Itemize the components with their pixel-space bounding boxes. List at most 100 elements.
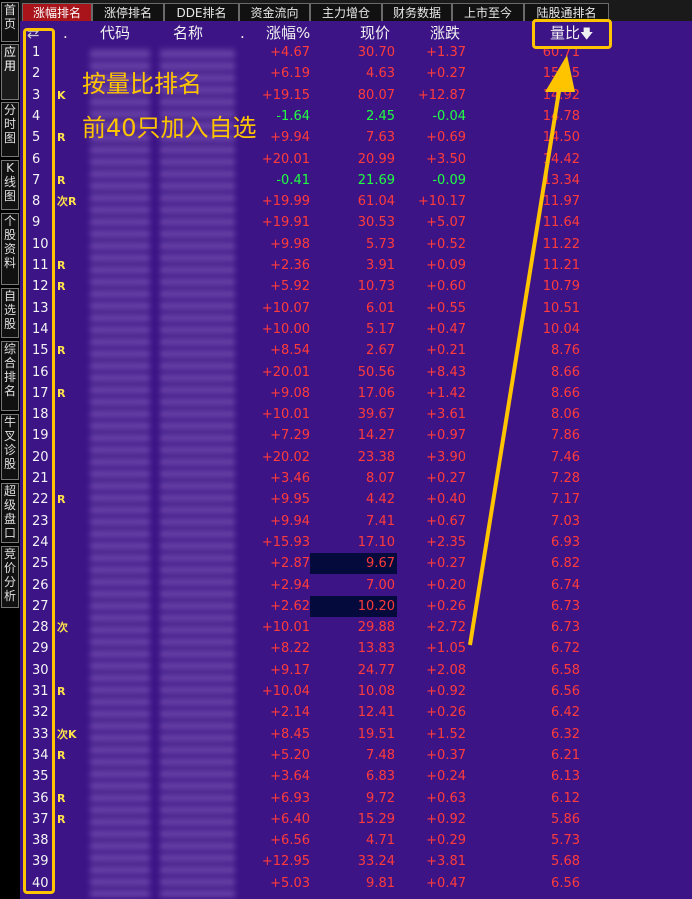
price-cell: 39.67: [357, 407, 395, 423]
sidebar-item-2[interactable]: 分时图: [1, 102, 19, 157]
change-pct-cell: +20.01: [261, 364, 310, 380]
header-change-pct[interactable]: 涨幅%: [266, 23, 310, 43]
price-cell: 7.63: [366, 130, 395, 146]
price-cell: 10.20: [310, 595, 397, 617]
sidebar-item-9[interactable]: 竞价分析: [1, 546, 19, 608]
volume-ratio-cell: 7.17: [551, 492, 580, 508]
header-name[interactable]: 名称: [173, 23, 203, 43]
tab-2[interactable]: DDE排名: [164, 3, 239, 21]
sidebar-item-6[interactable]: 综合排名: [1, 341, 19, 411]
change-cell: +0.26: [426, 705, 466, 721]
change-cell: +0.29: [426, 833, 466, 849]
change-cell: +12.87: [417, 87, 466, 103]
sidebar-item-label: 牛叉诊股: [3, 415, 16, 471]
volume-ratio-cell: 6.13: [551, 769, 580, 785]
price-cell: 20.99: [357, 151, 395, 167]
change-cell: +0.21: [426, 343, 466, 359]
header-code[interactable]: 代码: [100, 23, 130, 43]
change-pct-cell: +8.45: [270, 726, 310, 742]
sidebar-item-3[interactable]: K线图: [1, 160, 19, 210]
change-cell: +1.52: [426, 726, 466, 742]
sidebar-item-label: 超级盘口: [3, 484, 16, 540]
price-cell: 80.07: [357, 87, 395, 103]
volume-ratio-cell: 7.03: [551, 513, 580, 529]
change-cell: +0.20: [426, 577, 466, 593]
volume-ratio-cell: 10.51: [542, 300, 580, 316]
change-pct-cell: +9.08: [270, 385, 310, 401]
change-cell: +0.40: [426, 492, 466, 508]
sidebar-item-5[interactable]: 自选股: [1, 288, 19, 338]
tab-0[interactable]: 涨幅排名: [22, 3, 92, 21]
volume-ratio-cell: 11.21: [542, 258, 580, 273]
change-pct-cell: +2.14: [270, 705, 310, 721]
tab-3[interactable]: 资金流向: [239, 3, 310, 21]
change-pct-cell: +10.04: [261, 684, 310, 699]
price-cell: 8.07: [366, 471, 395, 486]
price-cell: 61.04: [357, 194, 395, 210]
change-pct-cell: +2.94: [270, 577, 310, 593]
sidebar-item-1[interactable]: 应用: [1, 44, 19, 100]
sidebar-item-8[interactable]: 超级盘口: [1, 483, 19, 543]
volume-ratio-cell: 13.34: [542, 172, 580, 188]
price-cell: 10.08: [357, 684, 395, 699]
header-price[interactable]: 现价: [360, 23, 390, 43]
change-cell: +0.26: [426, 598, 466, 614]
change-pct-cell: +6.19: [270, 66, 310, 82]
change-cell: +0.69: [426, 130, 466, 146]
change-cell: +1.42: [426, 385, 466, 401]
volume-ratio-cell: 6.12: [551, 790, 580, 806]
change-pct-cell: +6.40: [270, 811, 310, 827]
annotation-line-2: 前40只加入自选: [82, 114, 257, 142]
sidebar-item-0[interactable]: 首页: [1, 2, 19, 42]
change-cell: +5.07: [426, 215, 466, 231]
change-pct-cell: +10.01: [261, 407, 310, 423]
price-cell: 30.53: [357, 215, 395, 231]
price-cell: 9.81: [366, 875, 395, 891]
sidebar-item-label: 竞价分析: [3, 547, 16, 603]
volume-ratio-cell: 6.72: [551, 641, 580, 657]
price-cell: 7.48: [366, 747, 395, 763]
volume-ratio-cell: 6.56: [551, 684, 580, 699]
change-cell: +0.24: [426, 769, 466, 785]
change-cell: +0.55: [426, 300, 466, 316]
volume-ratio-cell: 6.93: [551, 534, 580, 550]
price-cell: 4.71: [366, 833, 395, 849]
change-pct-cell: +2.36: [270, 258, 310, 273]
sidebar-item-7[interactable]: 牛叉诊股: [1, 414, 19, 480]
tab-5[interactable]: 财务数据: [382, 3, 452, 21]
volume-ratio-cell: 6.73: [551, 620, 580, 636]
volume-ratio-cell: 8.66: [551, 364, 580, 380]
price-cell: 4.42: [366, 492, 395, 508]
change-pct-cell: -1.64: [276, 108, 310, 124]
highlight-box-index-column: [23, 28, 55, 894]
change-cell: +0.92: [426, 684, 466, 699]
price-cell: 13.83: [357, 641, 395, 657]
change-pct-cell: +8.54: [270, 343, 310, 359]
volume-ratio-cell: 8.76: [551, 343, 580, 359]
price-cell: 24.77: [357, 662, 395, 678]
change-cell: +0.67: [426, 513, 466, 529]
change-pct-cell: +3.46: [270, 471, 310, 486]
price-cell: 4.63: [366, 66, 395, 82]
tab-1[interactable]: 涨停排名: [92, 3, 164, 21]
price-cell: 2.45: [366, 108, 395, 124]
volume-ratio-cell: 5.86: [551, 811, 580, 827]
change-pct-cell: +19.99: [261, 194, 310, 210]
price-cell: 33.24: [357, 854, 395, 870]
change-pct-cell: +6.56: [270, 833, 310, 849]
volume-ratio-cell: 7.46: [551, 449, 580, 465]
sidebar-item-label: K线图: [3, 161, 16, 203]
price-cell: 7.41: [366, 513, 395, 529]
blurred-name-column: [160, 47, 235, 897]
sidebar-item-4[interactable]: 个股资料: [1, 213, 19, 285]
price-cell: 9.67: [310, 553, 397, 575]
change-cell: -0.04: [432, 108, 466, 124]
price-cell: 17.06: [357, 385, 395, 401]
header-change[interactable]: 涨跌: [430, 23, 460, 43]
change-pct-cell: +15.93: [261, 534, 310, 550]
change-pct-cell: +10.00: [261, 321, 310, 337]
tab-4[interactable]: 主力增仓: [310, 3, 382, 21]
tab-6[interactable]: 上市至今: [452, 3, 524, 21]
volume-ratio-cell: 6.58: [551, 662, 580, 678]
change-cell: +0.37: [426, 747, 466, 763]
